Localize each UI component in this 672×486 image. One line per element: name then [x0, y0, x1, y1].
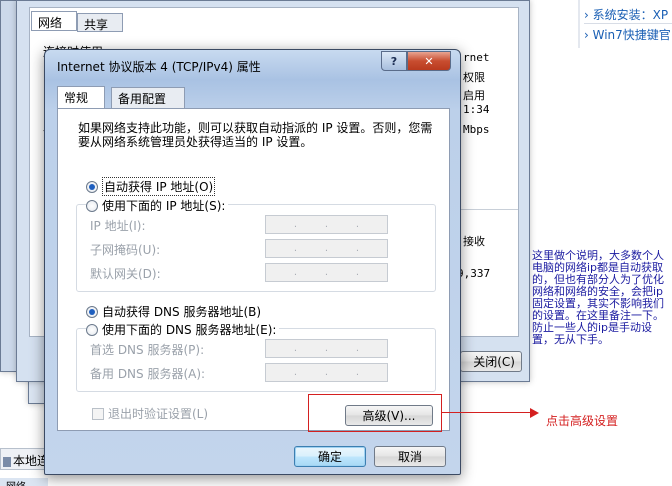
- ip-auto-option[interactable]: 自动获得 IP 地址(O): [86, 177, 216, 196]
- taskbar-item-network-label: 网络: [6, 482, 26, 486]
- ip-auto-label: 自动获得 IP 地址(O): [102, 177, 216, 196]
- taskbar-item-local-connection[interactable]: 本地连: [0, 448, 48, 470]
- dns-manual-label: 使用下面的 DNS 服务器地址(E):: [102, 323, 277, 337]
- default-gateway-input[interactable]: ...: [265, 263, 388, 282]
- preferred-dns-label: 首选 DNS 服务器(P):: [90, 343, 205, 357]
- tab-general[interactable]: 常规: [57, 86, 105, 108]
- web-link-2[interactable]: › Win7快捷键官: [584, 26, 671, 43]
- taskbar-item-network[interactable]: 网络: [0, 478, 48, 486]
- taskbar-item-label: 本地连: [13, 454, 48, 468]
- dns-manual-radio[interactable]: [86, 323, 98, 336]
- advanced-highlight-box: [308, 394, 442, 432]
- dns-auto-label: 自动获得 DNS 服务器地址(B): [102, 305, 262, 319]
- preferred-dns-input[interactable]: ...: [265, 339, 388, 358]
- bg-text-internet: rnet: [463, 51, 490, 64]
- tab-alternate-config[interactable]: 备用配置: [111, 87, 185, 108]
- ip-address-input[interactable]: ...: [265, 215, 388, 234]
- cancel-button[interactable]: 取消: [374, 446, 446, 467]
- close-icon: ✕: [424, 54, 434, 68]
- bg-close-button[interactable]: 关闭(C): [460, 351, 522, 372]
- ip-manual-label: 使用下面的 IP 地址(S):: [102, 199, 226, 213]
- dns-auto-option[interactable]: 自动获得 DNS 服务器地址(B): [86, 303, 261, 320]
- network-adapter-icon: [3, 456, 11, 467]
- alternate-dns-label: 备用 DNS 服务器(A):: [90, 367, 206, 381]
- web-divider: [584, 23, 672, 24]
- bg-text-received: 接收: [463, 235, 485, 248]
- help-button[interactable]: ?: [381, 51, 407, 71]
- dns-auto-radio[interactable]: [86, 305, 98, 318]
- default-gateway-label: 默认网关(D):: [90, 267, 161, 281]
- validate-on-exit-label: 退出时验证设置(L): [108, 407, 209, 421]
- callout-arrow-icon: [530, 408, 539, 418]
- dialog-title: Internet 协议版本 4 (TCP/IPv4) 属性: [57, 60, 261, 74]
- bg-text-enabled: 启用: [463, 89, 485, 102]
- bg-text-duration: 1:34: [463, 103, 490, 116]
- bg-text-speed: Mbps: [463, 123, 490, 136]
- validate-on-exit-option[interactable]: 退出时验证设置(L): [92, 405, 208, 422]
- bg-divider: [458, 209, 518, 210]
- ip-auto-radio[interactable]: [86, 180, 98, 193]
- explanation-note: 这里做个说明，大多数个人电脑的网络ip都是自动获取的，但也有部分人为了优化网络和…: [532, 249, 664, 346]
- web-link-1[interactable]: › 系统安装：XP: [584, 6, 668, 23]
- web-link-2-label: Win7快捷键官: [592, 28, 671, 42]
- web-scroll-edge: [578, 0, 580, 48]
- general-panel: 如果网络支持此功能，则可以获取自动指派的 IP 设置。否则，您需要从网络系统管理…: [57, 108, 450, 431]
- bg-tab-sharing[interactable]: 共享: [77, 13, 123, 32]
- ip-address-label: IP 地址(I):: [90, 219, 146, 233]
- web-link-1-label: 系统安装：XP: [592, 8, 669, 22]
- ok-button[interactable]: 确定: [294, 446, 366, 467]
- subnet-mask-input[interactable]: ...: [265, 239, 388, 258]
- bg-text-bytes: 9,337: [457, 267, 491, 280]
- callout-advanced-settings: 点击高级设置: [546, 414, 619, 428]
- bg-tab-network[interactable]: 网络: [31, 11, 77, 31]
- close-button[interactable]: ✕: [407, 51, 451, 71]
- intro-text: 如果网络支持此功能，则可以获取自动指派的 IP 设置。否则，您需要从网络系统管理…: [78, 121, 433, 149]
- subnet-mask-label: 子网掩码(U):: [90, 243, 161, 257]
- bg-text-permission: 权限: [463, 71, 485, 84]
- help-icon: ?: [390, 54, 398, 68]
- callout-arrow-line: [442, 412, 532, 413]
- ip-manual-option[interactable]: 使用下面的 IP 地址(S):: [86, 197, 229, 214]
- validate-on-exit-checkbox[interactable]: [92, 407, 104, 420]
- ip-manual-radio[interactable]: [86, 199, 98, 212]
- alternate-dns-input[interactable]: ...: [265, 363, 388, 382]
- dns-manual-option[interactable]: 使用下面的 DNS 服务器地址(E):: [86, 321, 280, 338]
